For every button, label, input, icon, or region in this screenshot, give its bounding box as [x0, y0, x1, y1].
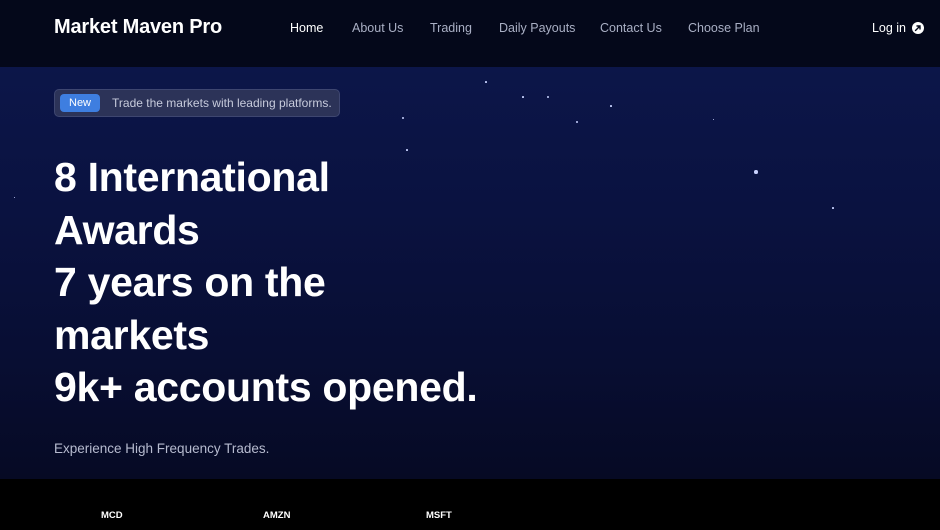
nav-daily-payouts[interactable]: Daily Payouts [499, 21, 575, 35]
ticker-item-mcd[interactable]: MCD [101, 510, 123, 521]
login-label: Log in [871, 21, 906, 35]
nav-about-us[interactable]: About Us [352, 21, 403, 35]
hero-section: New Trade the markets with leading platf… [0, 67, 940, 479]
announcement-pill[interactable]: New Trade the markets with leading platf… [54, 89, 340, 117]
headline-line: Awards [54, 206, 200, 253]
nav-trading[interactable]: Trading [430, 21, 472, 35]
headline-line: 8 International [54, 154, 330, 200]
new-badge: New [60, 94, 101, 112]
star-decoration [576, 121, 578, 123]
nav-contact-us[interactable]: Contact Us [600, 21, 662, 35]
star-decoration [402, 117, 404, 119]
nav-choose-plan[interactable]: Choose Plan [688, 21, 760, 35]
headline-line: 7 years on the [54, 259, 326, 305]
headline-line: 9k+ accounts opened. [54, 364, 478, 410]
star-decoration [547, 96, 549, 98]
hero-headline: 8 International Awards 7 years on the ma… [54, 151, 478, 414]
headline-line: markets [54, 311, 210, 358]
star-decoration [522, 96, 524, 98]
star-decoration [754, 170, 758, 174]
stock-ticker: MCD AMZN MSFT [0, 479, 940, 530]
star-decoration [485, 81, 487, 83]
star-decoration [610, 105, 612, 107]
star-decoration [713, 119, 714, 120]
star-decoration [832, 207, 834, 209]
announcement-text: Trade the markets with leading platforms… [112, 96, 332, 110]
nav-home[interactable]: Home [290, 21, 323, 35]
main-nav: Home About Us Trading Daily Payouts Cont… [0, 21, 940, 37]
hero-subtitle: Experience High Frequency Trades. [54, 441, 270, 456]
arrow-circle-icon [912, 22, 924, 34]
star-decoration [14, 197, 15, 198]
ticker-item-amzn[interactable]: AMZN [263, 510, 290, 521]
ticker-item-msft[interactable]: MSFT [426, 510, 452, 521]
site-header: Market Maven Pro Home About Us Trading D… [0, 0, 940, 67]
login-button[interactable]: Log in [872, 21, 924, 35]
